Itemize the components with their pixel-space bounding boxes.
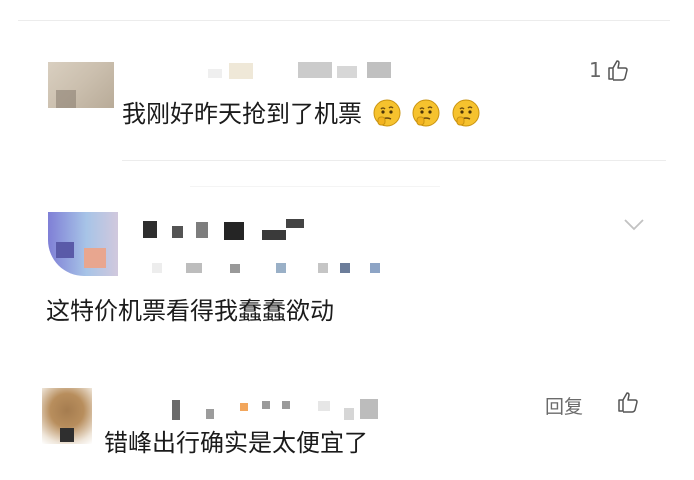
divider [190,186,440,187]
divider [122,160,666,161]
chevron-down-icon[interactable] [623,218,645,232]
comment-text: 我刚好昨天抢到了机票 [122,98,481,129]
avatar[interactable] [42,388,92,444]
like-count: 1 [589,58,602,82]
like-button[interactable]: 1 [589,58,630,82]
thinking-face-icon [412,99,440,127]
divider-top [18,20,670,21]
thumbs-up-icon[interactable] [616,390,640,414]
avatar[interactable] [48,62,114,108]
comment-body: 我刚好昨天抢到了机票 [122,100,362,128]
comment-body: 错峰出行确实是太便宜了 [104,429,368,457]
reply-button[interactable]: 回复 [545,392,583,419]
thinking-face-icon [452,99,480,127]
thinking-face-icon [373,99,401,127]
comment-body: 这特价机票看得我蠢蠢欲动 [46,297,334,325]
avatar[interactable] [48,212,118,276]
thumbs-up-icon [607,60,628,81]
